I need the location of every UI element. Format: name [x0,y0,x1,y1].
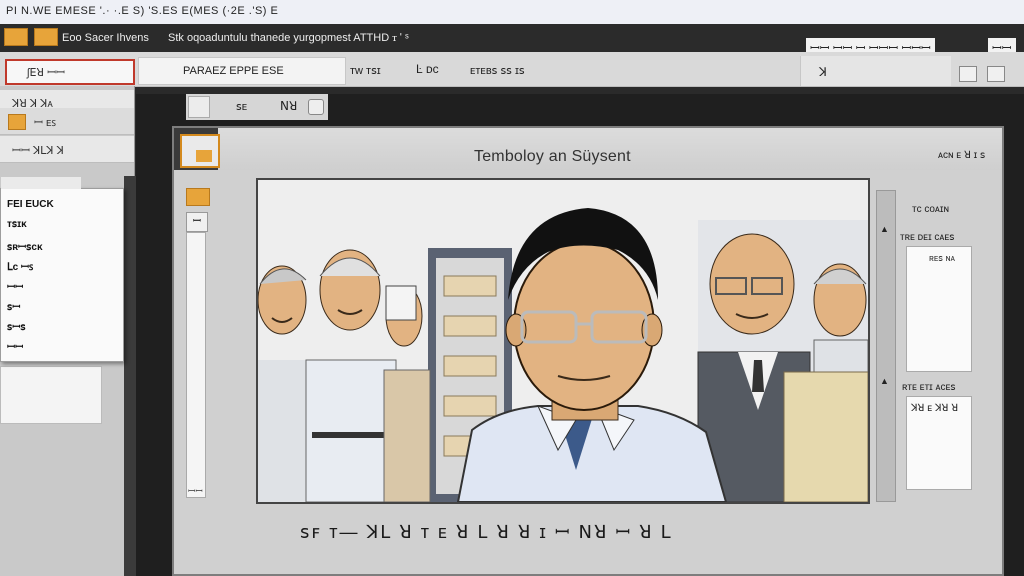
right-panel-label: ᴛʀᴇ ᴅᴇɪ ᴄᴀᴇꜱ [900,232,955,243]
app-menu-icon[interactable] [4,28,28,46]
flyout-item[interactable]: ꓡᴄ ꟷꜱ [7,259,33,273]
layer-icon [8,114,26,130]
flyout-item[interactable]: ꜱꟷ [7,299,20,313]
ribbon-item-b[interactable]: Ŀ ᴅᴄ [416,62,439,76]
right-panel-box[interactable]: ʀᴇꜱ ɴᴀ [906,246,972,372]
collapse-icon[interactable]: ▲ [880,224,889,234]
menu-group-left[interactable]: Eoo Sacer Ihvens [62,32,149,44]
workspace-label: ꜱᴇ [236,101,248,113]
swatch-icon[interactable] [188,96,210,118]
right-panel-label: ᴛᴄ ᴄᴏᴀɪɴ [912,204,949,215]
flyout-item[interactable]: ꜱꟷꜱ [7,319,26,333]
left-panel-row[interactable]: ꟷ ᴇꜱ [0,108,134,135]
illustration-canvas [256,178,870,504]
left-panel-row[interactable]: ꟷꟷ ꓘꓡꓘ ꓘ [0,136,134,163]
document-title: Temboloy an Süysent [474,148,631,165]
window-title: PI N.WE EMESE '.· ·.E S) 'S.ES E(MES (·2… [6,5,279,17]
document-icon-area [174,128,220,170]
document-window: Temboloy an Süysent ᴀᴄɴ ᴇ ꓤ ɪ ꜱ ꟷ ꟷꟷ ▲ ▲… [172,126,1004,576]
bottom-caption: ꜱꜰ ᴛ— ꓘꓡ ꓤ ᴛ ᴇ ꓤ ꓡ ꓤ ꓤ ɪ ꟷ ꓠꓤ ꟷ ꓤ ꓡ [300,522,673,542]
window-title-bar: PI N.WE EMESE '.· ·.E S) 'S.ES E(MES (·2… [0,0,1024,25]
flyout-item[interactable]: ꟷꟷ [7,279,23,293]
scroll-label: ꟷꟷ [188,486,203,496]
office-illustration [258,180,868,502]
brush-icon[interactable] [186,188,210,206]
flyout-item[interactable]: ꟷꟷ [7,339,23,353]
flyout-menu: FEI EUCK ᴛꜱɪᴋ ꜱʀꟷꜱᴄᴋ ꓡᴄ ꟷꜱ ꟷꟷ ꜱꟷ ꜱꟷꜱ ꟷꟷ [0,177,124,362]
flyout-item[interactable]: FEI EUCK [7,199,54,210]
ribbon: ʃꓰꓤ ꟷꟷ PARAEZ EPPE ESE ᴛᴡ ᴛꜱɪ Ŀ ᴅᴄ ᴇᴛᴇʙꜱ… [0,52,1024,87]
menu-group-main[interactable]: Stk oqoaduntulu thanede yurgopmest ATTHD… [168,32,409,45]
desk-box [783,371,868,502]
workspace-mini-toolbar: ꜱᴇ ꓠꓤ [186,94,328,120]
ribbon-right-panel[interactable]: ꓘ [800,56,1005,86]
ribbon-field-label: PARAEZ EPPE ESE [183,65,284,77]
document-icon[interactable] [180,134,220,168]
collapse-icon[interactable]: ▲ [880,376,889,386]
panel-divider[interactable] [124,176,136,576]
save-icon[interactable] [34,28,58,46]
selected-tool-button[interactable]: ʃꓰꓤ ꟷꟷ [5,59,135,85]
left-panel-row-label: ꟷ ᴇꜱ [34,117,57,129]
right-panel-box-text: ʀᴇꜱ ɴᴀ [929,253,955,263]
restore-icon[interactable] [987,66,1005,82]
flyout-item[interactable]: ꜱʀꟷꜱᴄᴋ [7,239,43,253]
left-panel-preview [0,366,102,424]
ribbon-item-d: ꓘ [819,65,827,79]
right-panel-scrollbar[interactable] [876,190,896,502]
selected-tool-label: ʃꓰꓤ ꟷꟷ [27,67,66,79]
document-title-right: ᴀᴄɴ ᴇ ꓤ ɪ ꜱ [938,150,986,161]
ribbon-item-a[interactable]: ᴛᴡ ᴛꜱɪ [350,64,381,77]
workspace-x-label[interactable]: ꓠꓤ [280,99,297,113]
right-panel-label: ʀᴛᴇ ᴇᴛɪ ᴀᴄᴇꜱ [902,382,956,393]
ribbon-field[interactable]: PARAEZ EPPE ESE [138,57,346,85]
minimize-icon[interactable] [959,66,977,82]
flyout-item[interactable]: ᴛꜱɪᴋ [7,219,27,230]
right-panel-box[interactable]: ꓘꓤ ᴇ ꓘꓤ ꓤ [906,396,972,490]
vertical-scrollbar[interactable] [186,232,206,498]
settings-icon[interactable] [308,99,324,115]
flyout-header [1,177,81,189]
ribbon-item-c[interactable]: ᴇᴛᴇʙꜱ ꜱꜱ ɪꜱ [470,64,525,77]
left-panel-row-label: ꟷꟷ ꓘꓡꓘ ꓘ [12,145,64,157]
tool-icon[interactable]: ꟷ [186,212,208,232]
right-panel-box-text: ꓘꓤ ᴇ ꓘꓤ ꓤ [911,403,959,414]
